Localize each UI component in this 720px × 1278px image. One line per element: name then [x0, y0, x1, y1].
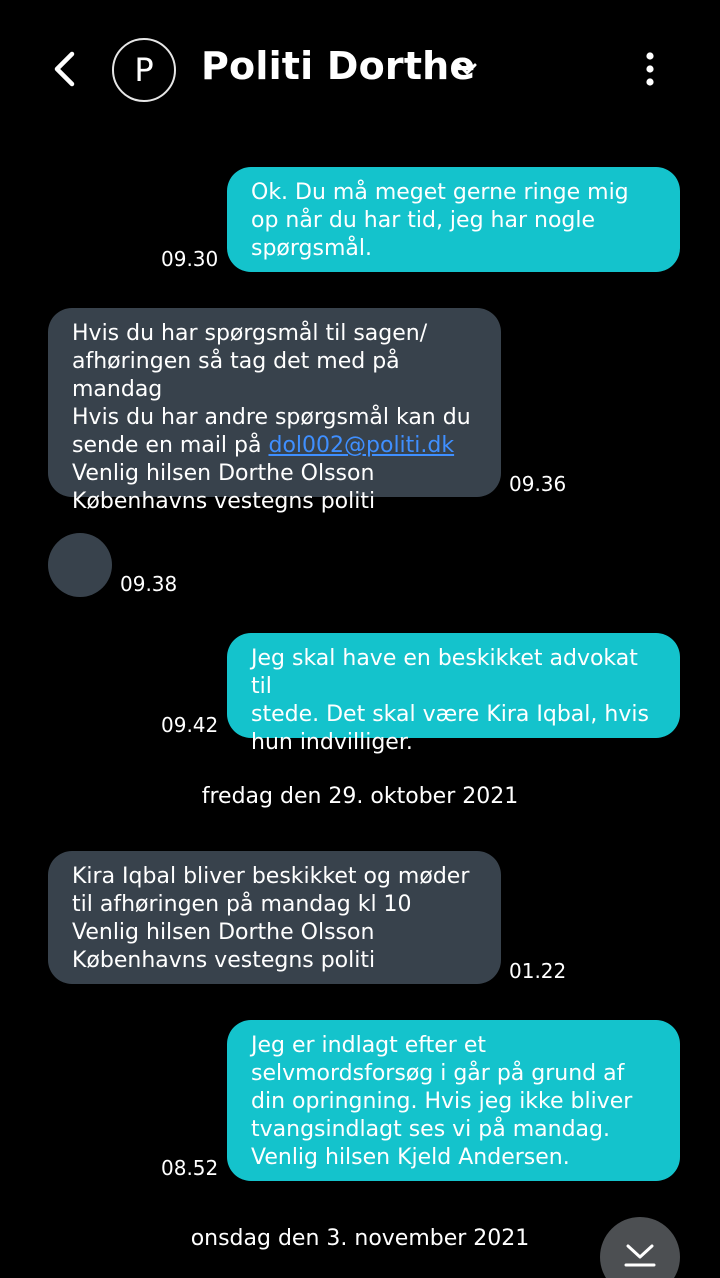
message-bubble-outgoing[interactable]: Jeg er indlagt efter et selvmordsforsøg … — [227, 1020, 680, 1181]
message-attachment[interactable] — [48, 533, 112, 597]
contact-avatar[interactable]: P — [112, 38, 176, 102]
contact-name[interactable]: Politi Dorthe — [201, 44, 475, 88]
date-separator: fredag den 29. oktober 2021 — [201, 784, 519, 809]
more-options-button[interactable] — [632, 46, 668, 92]
scroll-down-icon — [624, 1244, 656, 1267]
message-bubble-outgoing[interactable]: Ok. Du må meget gerne ringe mig op når d… — [227, 167, 680, 272]
message-time: 01.22 — [509, 959, 567, 983]
more-vertical-icon — [646, 52, 654, 86]
contact-details-toggle[interactable] — [454, 58, 480, 80]
message-bubble-incoming[interactable]: Kira Iqbal bliver beskikket og møder til… — [48, 851, 501, 984]
chevron-down-icon — [457, 63, 477, 75]
conversation-header: P Politi Dorthe — [0, 0, 720, 140]
message-time: 08.52 — [161, 1156, 219, 1180]
message-time: 09.38 — [120, 572, 178, 596]
back-button[interactable] — [44, 46, 84, 92]
message-time: 09.42 — [161, 713, 219, 737]
message-bubble-outgoing[interactable]: Jeg skal have en beskikket advokat til s… — [227, 633, 680, 755]
message-time: 09.30 — [161, 247, 219, 271]
email-link[interactable]: dol002@politi.dk — [268, 433, 454, 458]
back-arrow-icon — [54, 51, 75, 87]
message-text: Venlig hilsen Dorthe Olsson Københavns v… — [72, 461, 376, 514]
message-bubble-incoming[interactable]: Hvis du har spørgsmål til sagen/ afhørin… — [48, 308, 501, 514]
message-time: 09.36 — [509, 472, 567, 496]
